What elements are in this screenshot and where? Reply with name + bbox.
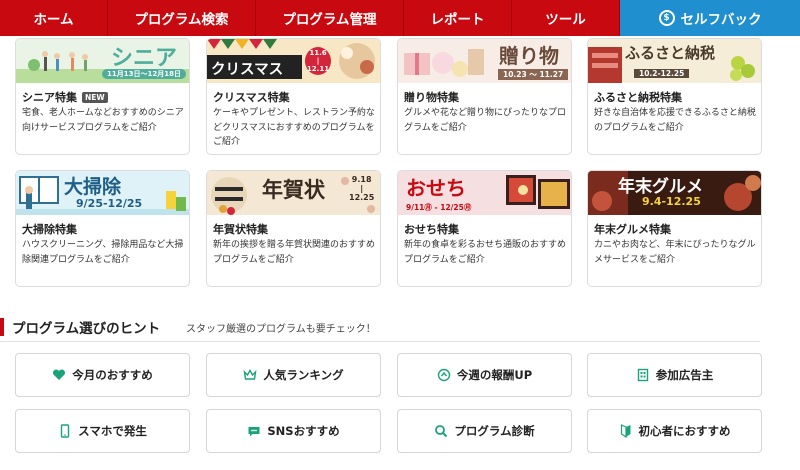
- nengajo-banner-date: 9.18 | 12.25: [349, 175, 375, 202]
- osechi-banner-title: おせち: [406, 176, 466, 200]
- card-title: 年賀状特集: [213, 223, 268, 236]
- section-divider: [0, 341, 760, 342]
- yearend-gourmet-banner: 年末グルメ 9.4-12.25: [588, 171, 761, 215]
- feature-card-osechi[interactable]: おせち 9/11㊊ - 12/25㊊ おせち特集 新年の食卓を彩るおせち通販のお…: [397, 170, 572, 287]
- furusato-banner-date: 10.2-12.25: [634, 69, 690, 78]
- nav-program-search[interactable]: プログラム検索: [108, 0, 256, 36]
- feature-card-nengajo[interactable]: 年賀状 9.18 | 12.25 年賀状特集 新年の挨拶を贈る年賀状関連のおすすめプ…: [206, 170, 381, 287]
- hint-label: SNSおすすめ: [267, 424, 340, 438]
- chat-bubble-icon: [248, 427, 260, 437]
- feature-card-yearend-gourmet[interactable]: 年末グルメ 9.4-12.25 年末グルメ特集 カニやお肉など、年末にぴったりな…: [587, 170, 762, 287]
- new-badge: NEW: [82, 91, 108, 103]
- hint-label: 今月のおすすめ: [72, 368, 153, 382]
- hint-sns-button[interactable]: SNSおすすめ: [206, 409, 381, 453]
- cleaning-banner-title: 大掃除: [64, 176, 122, 198]
- card-title: クリスマス特集: [213, 91, 290, 104]
- nav-selfback-label: セルフバック: [680, 12, 762, 28]
- nav-selfback[interactable]: $ セルフバック: [620, 0, 800, 36]
- feature-card-senior[interactable]: シニア 11月13日～12月18日 シニア特集 NEW 宅食、老人ホームなどおすす…: [15, 38, 190, 155]
- hint-reward-up-button[interactable]: 今週の報酬UP: [397, 353, 572, 397]
- feature-card-christmas[interactable]: クリスマス 11.6 | 12.11 クリスマス特集 ケーキやプレゼント、レストラン…: [206, 38, 381, 155]
- hint-label: スマホで発生: [78, 424, 147, 438]
- hint-beginner-button[interactable]: 初心者におすすめ: [587, 409, 762, 453]
- nengajo-banner-title: 年賀状: [262, 177, 325, 202]
- hint-label: 初心者におすすめ: [638, 424, 731, 438]
- nav-tools[interactable]: ツール: [512, 0, 620, 36]
- feature-card-furusato[interactable]: ふるさと納税 10.2-12.25 ふるさと納税特集 好きな自治体を応援できるふ…: [587, 38, 762, 155]
- feature-card-cleaning[interactable]: 大掃除 9/25-12/25 大掃除特集 ハウスクリーニング、掃除用品など大掃除…: [15, 170, 190, 287]
- card-description: 好きな自治体を応援できるふるさと納税のプログラムをご紹介: [594, 108, 756, 133]
- nav-report[interactable]: レポート: [404, 0, 512, 36]
- furusato-banner-title: ふるさと納税: [625, 44, 716, 62]
- global-nav: ホーム プログラム検索 プログラム管理 レポート ツール $ セルフバック: [0, 0, 800, 36]
- selfback-icon: $: [658, 10, 675, 26]
- yearend-gourmet-banner-title: 年末グルメ: [618, 177, 703, 197]
- christmas-banner: クリスマス 11.6 | 12.11: [207, 39, 380, 83]
- yearend-gourmet-banner-date: 9.4-12.25: [642, 195, 701, 208]
- furusato-banner: ふるさと納税 10.2-12.25: [588, 39, 761, 83]
- nengajo-banner: 年賀状 9.18 | 12.25: [207, 171, 380, 215]
- beginner-leaf-icon: [620, 424, 630, 438]
- smartphone-icon: [60, 424, 70, 438]
- section-subtitle: スタッフ厳選のプログラムも要チェック！: [186, 324, 376, 335]
- building-icon: [637, 368, 648, 382]
- senior-banner-title: シニア: [111, 46, 178, 71]
- gifts-banner-title: 贈り物: [499, 44, 559, 68]
- card-description: ハウスクリーニング、掃除用品など大掃除関連プログラムをご紹介: [22, 240, 184, 265]
- card-title: 大掃除特集: [22, 223, 77, 236]
- card-description: カニやお肉など、年末にぴったりなグルメサービスをご紹介: [594, 240, 756, 265]
- christmas-date-badge: 11.6 | 12.11: [305, 47, 331, 75]
- card-title: 贈り物特集: [404, 91, 459, 104]
- hint-label: 今週の報酬UP: [456, 368, 533, 382]
- card-description: ケーキやプレゼント、レストラン予約などクリスマスにおすすめのプログラムをご紹介: [213, 108, 375, 147]
- hints-section-heading: プログラム選びのヒント スタッフ厳選のプログラムも要チェック！: [0, 314, 800, 342]
- hint-smartphone-button[interactable]: スマホで発生: [15, 409, 190, 453]
- senior-banner-date: 11月13日～12月18日: [102, 69, 186, 79]
- hint-label: 人気ランキング: [263, 368, 344, 382]
- cleaning-banner-date: 9/25-12/25: [76, 197, 143, 210]
- senior-banner: シニア 11月13日～12月18日: [16, 39, 189, 83]
- hint-advertisers-button[interactable]: 参加広告主: [587, 353, 762, 397]
- card-title: ふるさと納税特集: [594, 91, 682, 104]
- hint-label: 参加広告主: [655, 368, 714, 382]
- gifts-banner-date: 10.23 ～ 11.27: [498, 69, 569, 80]
- gifts-banner: 贈り物 10.23 ～ 11.27: [398, 39, 571, 83]
- hint-label: プログラム診断: [454, 424, 535, 438]
- card-title: おせち特集: [404, 223, 459, 236]
- hint-ranking-button[interactable]: 人気ランキング: [206, 353, 381, 397]
- coin-up-icon: [437, 368, 451, 382]
- card-description: グルメや花など贈り物にぴったりなプログラムをご紹介: [404, 108, 567, 133]
- feature-card-gifts[interactable]: 贈り物 10.23 ～ 11.27 贈り物特集 グルメや花など贈り物にぴったりな…: [397, 38, 572, 155]
- card-description: 新年の挨拶を贈る年賀状関連のおすすめプログラムをご紹介: [213, 240, 376, 265]
- crown-icon: [243, 369, 257, 380]
- section-accent-bar: [0, 318, 4, 336]
- hint-monthly-recommend-button[interactable]: 今月のおすすめ: [15, 353, 190, 397]
- osechi-banner: おせち 9/11㊊ - 12/25㊊: [398, 171, 571, 215]
- nav-home[interactable]: ホーム: [0, 0, 108, 36]
- osechi-banner-date: 9/11㊊ - 12/25㊊: [406, 203, 472, 212]
- heart-icon: [53, 369, 66, 380]
- card-title: シニア特集 NEW: [22, 89, 108, 105]
- christmas-banner-title: クリスマス: [211, 62, 284, 78]
- cleaning-banner: 大掃除 9/25-12/25: [16, 171, 189, 215]
- card-description: 新年の食卓を彩るおせち通販のおすすめプログラムをご紹介: [404, 240, 567, 265]
- magnifier-icon: [435, 425, 448, 438]
- hint-diagnosis-button[interactable]: プログラム診断: [397, 409, 572, 453]
- section-title: プログラム選びのヒント: [12, 321, 161, 337]
- card-description: 宅食、老人ホームなどおすすめのシニア向けサービスプログラムをご紹介: [22, 108, 184, 133]
- nav-program-management[interactable]: プログラム管理: [256, 0, 404, 36]
- card-title: 年末グルメ特集: [594, 223, 671, 236]
